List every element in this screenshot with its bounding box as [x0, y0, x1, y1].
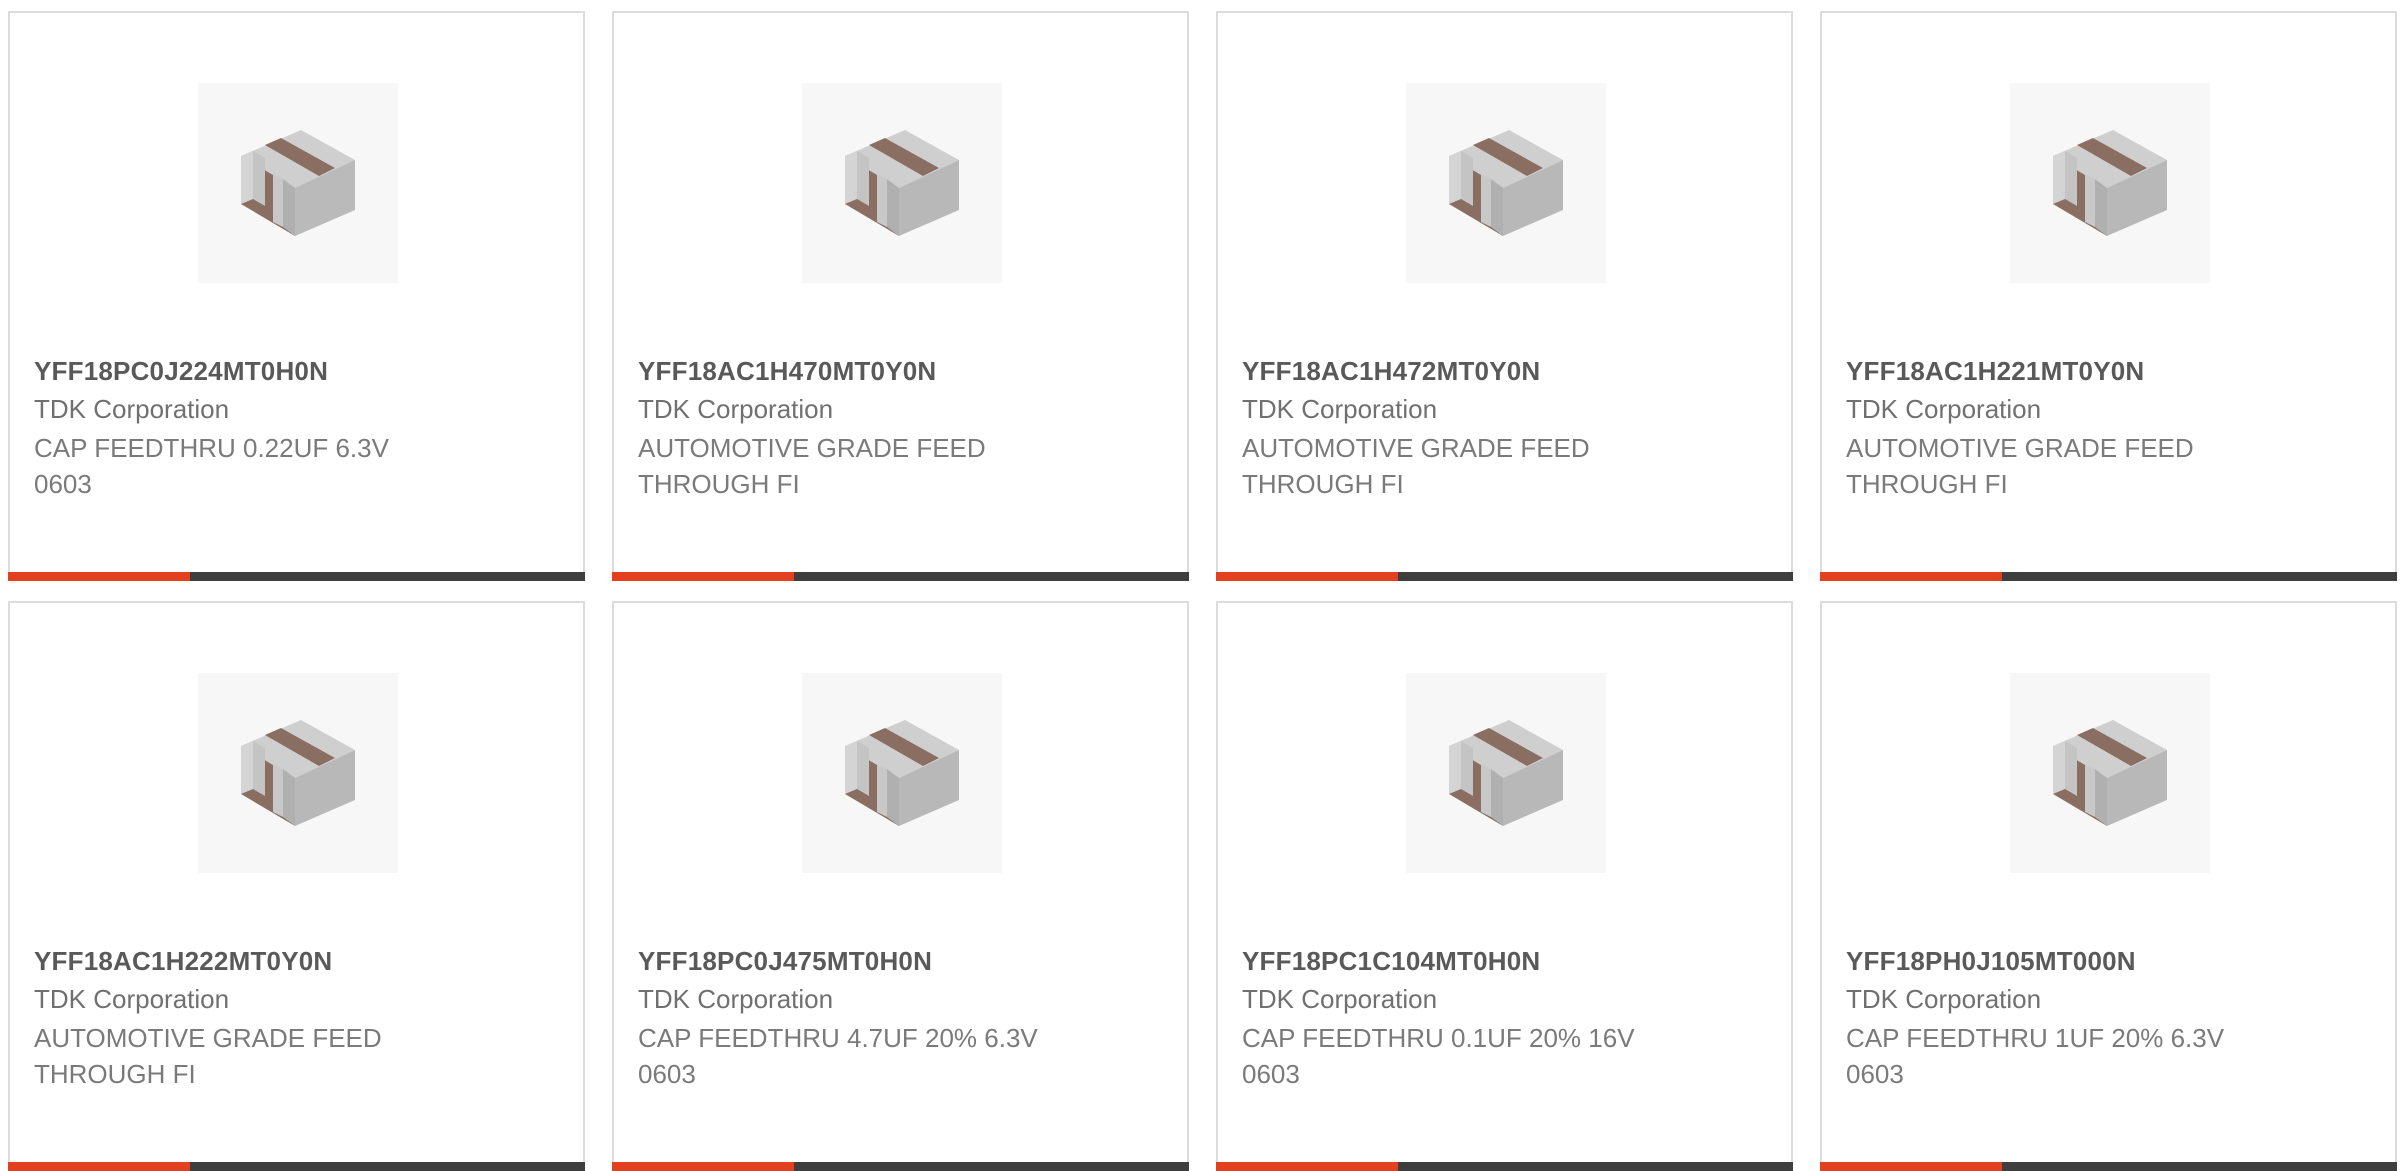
product-description: AUTOMOTIVE GRADE FEED THROUGH FI: [34, 1023, 382, 1089]
chip-capacitor-image: [241, 720, 355, 826]
card-footer-accent: [612, 572, 794, 581]
product-card[interactable]: YFF18AC1H472MT0Y0N TDK Corporation AUTOM…: [1216, 11, 1793, 581]
product-description: AUTOMOTIVE GRADE FEED THROUGH FI: [1846, 433, 2194, 499]
part-number[interactable]: YFF18PC0J224MT0H0N: [34, 356, 328, 387]
chip-capacitor-image: [241, 130, 355, 236]
chip-capacitor-image: [1449, 720, 1563, 826]
product-image[interactable]: [198, 673, 398, 873]
product-image[interactable]: [802, 83, 1002, 283]
chip-capacitor-image: [2053, 720, 2167, 826]
product-card[interactable]: YFF18PC0J224MT0H0N TDK Corporation CAP F…: [8, 11, 585, 581]
product-description: CAP FEEDTHRU 1UF 20% 6.3V 0603: [1846, 1023, 2225, 1089]
card-footer-accent: [1820, 572, 2002, 581]
product-image[interactable]: [802, 673, 1002, 873]
manufacturer-name: TDK Corporation: [1242, 984, 1438, 1014]
part-number[interactable]: YFF18PC1C104MT0H0N: [1242, 946, 1540, 977]
product-image[interactable]: [2010, 673, 2210, 873]
product-card[interactable]: YFF18PH0J105MT000N TDK Corporation CAP F…: [1820, 601, 2397, 1171]
card-footer-accent: [8, 572, 190, 581]
product-image[interactable]: [2010, 83, 2210, 283]
card-footer-bar: [1216, 572, 1793, 581]
card-footer-bar: [8, 572, 585, 581]
product-description: CAP FEEDTHRU 0.1UF 20% 16V 0603: [1242, 1023, 1635, 1089]
product-card[interactable]: YFF18PC1C104MT0H0N TDK Corporation CAP F…: [1216, 601, 1793, 1171]
card-footer-bar: [612, 572, 1189, 581]
part-number[interactable]: YFF18AC1H221MT0Y0N: [1846, 356, 2144, 387]
manufacturer-name: TDK Corporation: [638, 984, 834, 1014]
card-footer-accent: [1216, 572, 1398, 581]
manufacturer-name: TDK Corporation: [1846, 984, 2042, 1014]
manufacturer-name: TDK Corporation: [1242, 394, 1438, 424]
product-description: AUTOMOTIVE GRADE FEED THROUGH FI: [638, 433, 986, 499]
part-number[interactable]: YFF18PC0J475MT0H0N: [638, 946, 932, 977]
chip-capacitor-image: [845, 130, 959, 236]
product-grid: YFF18PC0J224MT0H0N TDK Corporation CAP F…: [8, 11, 2397, 1171]
chip-capacitor-image: [845, 720, 959, 826]
product-description: CAP FEEDTHRU 4.7UF 20% 6.3V 0603: [638, 1023, 1038, 1089]
product-image[interactable]: [198, 83, 398, 283]
product-description: CAP FEEDTHRU 0.22UF 6.3V 0603: [34, 433, 389, 499]
product-card[interactable]: YFF18AC1H222MT0Y0N TDK Corporation AUTOM…: [8, 601, 585, 1171]
part-number[interactable]: YFF18AC1H222MT0Y0N: [34, 946, 332, 977]
chip-capacitor-image: [1449, 130, 1563, 236]
product-card[interactable]: YFF18AC1H221MT0Y0N TDK Corporation AUTOM…: [1820, 11, 2397, 581]
part-number[interactable]: YFF18PH0J105MT000N: [1846, 946, 2136, 977]
part-number[interactable]: YFF18AC1H470MT0Y0N: [638, 356, 936, 387]
manufacturer-name: TDK Corporation: [638, 394, 834, 424]
manufacturer-name: TDK Corporation: [34, 394, 230, 424]
product-description: AUTOMOTIVE GRADE FEED THROUGH FI: [1242, 433, 1590, 499]
product-image[interactable]: [1406, 673, 1606, 873]
chip-capacitor-image: [2053, 130, 2167, 236]
product-card[interactable]: YFF18PC0J475MT0H0N TDK Corporation CAP F…: [612, 601, 1189, 1171]
product-card[interactable]: YFF18AC1H470MT0Y0N TDK Corporation AUTOM…: [612, 11, 1189, 581]
card-footer-bar: [1820, 572, 2397, 581]
manufacturer-name: TDK Corporation: [34, 984, 230, 1014]
part-number[interactable]: YFF18AC1H472MT0Y0N: [1242, 356, 1540, 387]
product-image[interactable]: [1406, 83, 1606, 283]
manufacturer-name: TDK Corporation: [1846, 394, 2042, 424]
